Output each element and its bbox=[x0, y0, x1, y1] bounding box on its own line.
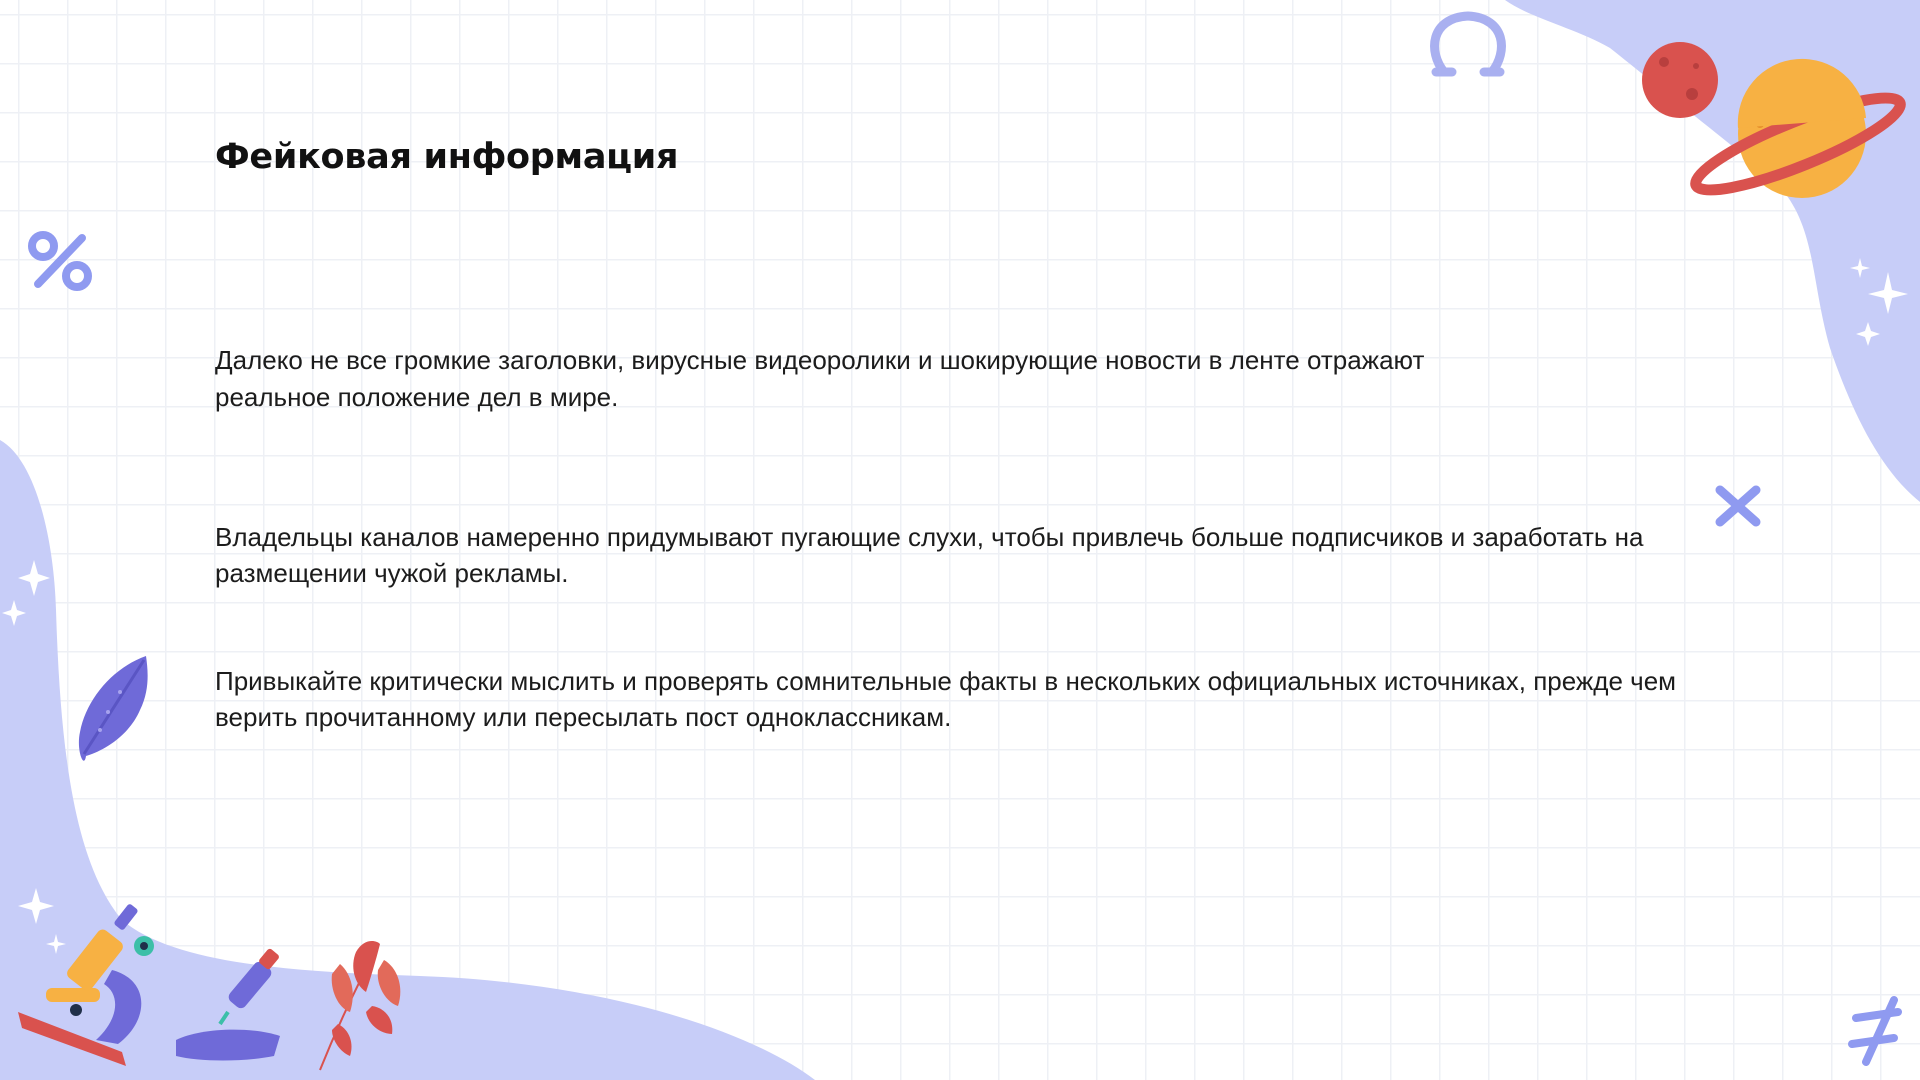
times-icon bbox=[1715, 485, 1761, 527]
percent-icon bbox=[28, 231, 92, 291]
leaf-icon bbox=[78, 656, 148, 761]
omega-icon bbox=[1430, 11, 1506, 77]
slide-title: Фейковая информация bbox=[215, 137, 679, 177]
paragraph-2: Владельцы каналов намеренно придумывают … bbox=[215, 522, 1644, 588]
paragraph-1: Далеко не все громкие заголовки, вирусны… bbox=[215, 345, 1425, 412]
planet-red-icon bbox=[1642, 42, 1718, 118]
paragraph-3: Привыкайте критически мыслить и проверят… bbox=[215, 666, 1677, 732]
not-equal-icon bbox=[1848, 996, 1902, 1066]
